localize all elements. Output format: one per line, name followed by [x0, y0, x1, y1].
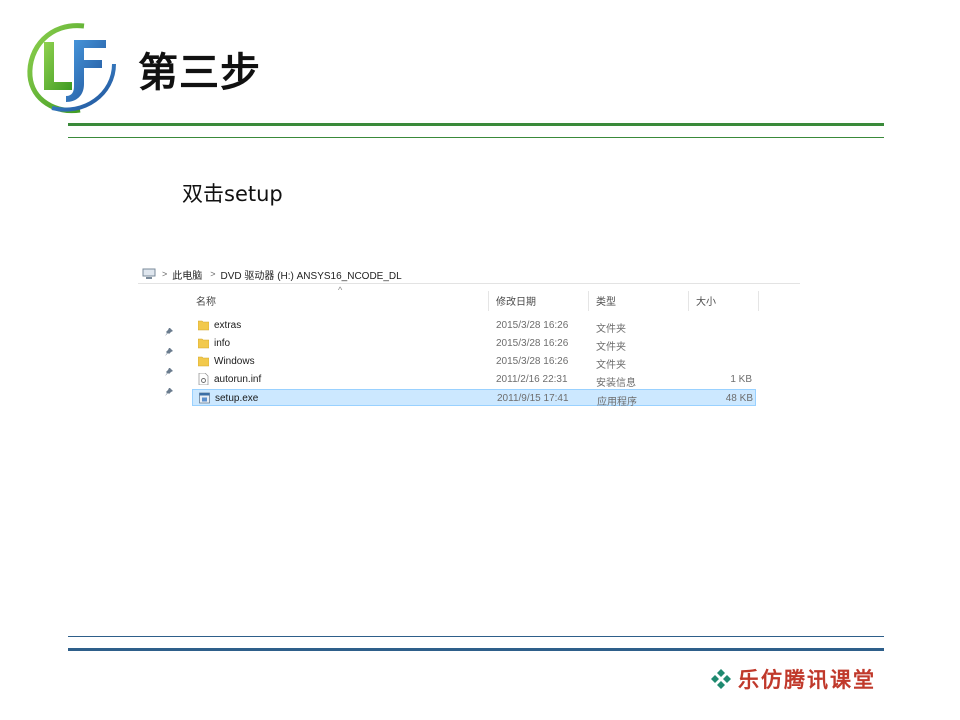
column-divider[interactable] [758, 291, 759, 311]
chevron-right-icon: > [162, 269, 168, 279]
file-row-extras[interactable]: extras 2015/3/28 16:26 文件夹 [192, 317, 756, 335]
column-header-date[interactable]: 修改日期 [496, 293, 536, 308]
file-row-setup-exe[interactable]: setup.exe 2011/9/15 17:41 应用程序 48 KB [192, 389, 756, 408]
file-row-info[interactable]: info 2015/3/28 16:26 文件夹 [192, 335, 756, 353]
column-header-name[interactable]: 名称 [196, 293, 216, 308]
settings-file-icon [198, 373, 209, 385]
column-headers: 名称 修改日期 类型 大小 [192, 291, 762, 311]
brand-footer: 乐仿腾讯课堂 [710, 664, 876, 694]
bottom-rule-thick [68, 648, 884, 651]
column-header-type[interactable]: 类型 [596, 293, 616, 308]
breadcrumb-dvd-drive[interactable]: DVD 驱动器 (H:) ANSYS16_NCODE_DL [221, 267, 402, 282]
file-type: 应用程序 [597, 397, 637, 408]
instruction-text: 双击setup [182, 182, 283, 206]
file-name: info [214, 338, 231, 349]
brand-name: 乐仿腾讯课堂 [738, 667, 876, 692]
pin-icon[interactable] [164, 387, 174, 397]
file-type: 文件夹 [596, 342, 626, 353]
column-divider[interactable] [688, 291, 689, 311]
file-row-autorun[interactable]: autorun.inf 2011/2/16 22:31 安装信息 1 KB [192, 371, 756, 389]
top-rule-thick [68, 123, 884, 126]
computer-icon [142, 268, 156, 279]
folder-icon [198, 320, 209, 331]
file-explorer-window: > 此电脑 > DVD 驱动器 (H:) ANSYS16_NCODE_DL ^ … [138, 265, 800, 430]
file-type: 文件夹 [596, 360, 626, 371]
column-divider[interactable] [488, 291, 489, 311]
column-divider[interactable] [588, 291, 589, 311]
file-type: 文件夹 [596, 324, 626, 335]
file-size: 48 KB [725, 393, 753, 404]
top-rule-thin [68, 137, 884, 138]
file-name: autorun.inf [214, 374, 262, 385]
folder-icon [198, 356, 209, 367]
file-name: setup.exe [215, 393, 259, 404]
file-date: 2015/3/28 16:26 [496, 320, 569, 331]
file-date: 2015/3/28 16:26 [496, 356, 569, 367]
file-size: 1 KB [730, 374, 752, 385]
pin-icon[interactable] [164, 347, 174, 357]
app-exe-icon [199, 392, 210, 404]
chevron-right-icon: > [210, 269, 216, 279]
lf-logo [27, 23, 116, 114]
folder-icon [198, 338, 209, 349]
diamond-cluster-icon [711, 669, 731, 689]
slide-title: 第三步 [138, 50, 261, 96]
column-header-size[interactable]: 大小 [696, 293, 716, 308]
file-type: 安装信息 [596, 378, 636, 389]
file-row-windows[interactable]: Windows 2015/3/28 16:26 文件夹 [192, 353, 756, 371]
file-name: Windows [214, 356, 255, 367]
file-date: 2011/2/16 22:31 [496, 374, 568, 385]
file-date: 2015/3/28 16:26 [496, 338, 569, 349]
breadcrumb-this-pc[interactable]: 此电脑 [172, 267, 202, 282]
pin-icon[interactable] [164, 327, 174, 337]
file-name: extras [214, 320, 242, 331]
address-bar[interactable]: > 此电脑 > DVD 驱动器 (H:) ANSYS16_NCODE_DL [138, 265, 800, 284]
pin-icon[interactable] [164, 367, 174, 377]
bottom-rule-thin [68, 636, 884, 637]
file-date: 2011/9/15 17:41 [497, 393, 569, 404]
